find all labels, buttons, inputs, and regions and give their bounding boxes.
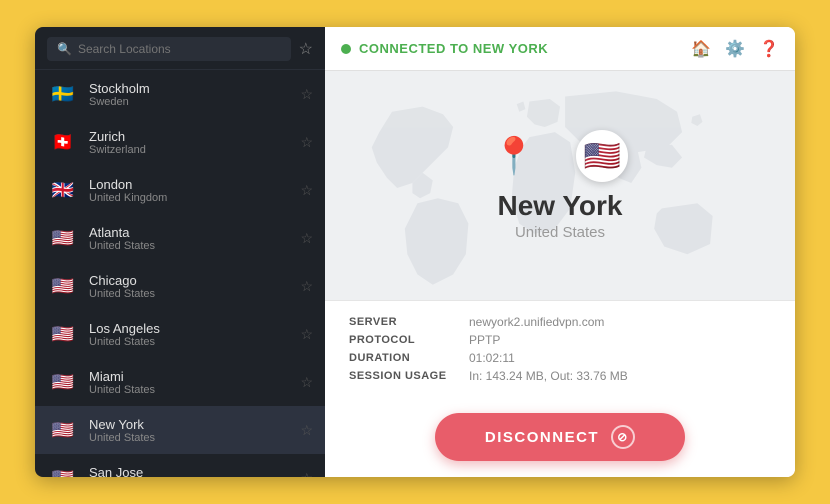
flag-sanjose: 🇺🇸 [47,462,79,477]
flag-emoji: 🇺🇸 [584,139,621,174]
sidebar: 🔍 ☆ 🇸🇪 Stockholm Sweden ☆ 🇨🇭 Zurich Swit… [35,27,325,477]
location-info-london: London United Kingdom [89,177,300,204]
star-stockholm[interactable]: ☆ [300,86,313,103]
star-sanjose[interactable]: ☆ [300,470,313,478]
connection-status-text: CONNECTED TO NEW YORK [359,41,548,56]
flag-newyork: 🇺🇸 [47,414,79,446]
top-icons: 🏠 ⚙️ ❓ [691,39,779,59]
flag-london: 🇬🇧 [47,174,79,206]
location-item-losangeles[interactable]: 🇺🇸 Los Angeles United States ☆ [35,310,325,358]
city-name: New York [492,190,629,222]
location-info-newyork: New York United States [89,417,300,444]
duration-value: 01:02:11 [469,351,515,365]
location-item-atlanta[interactable]: 🇺🇸 Atlanta United States ☆ [35,214,325,262]
connection-status: CONNECTED TO NEW YORK [341,41,548,56]
country-flag-large: 🇺🇸 [576,130,628,182]
location-name-sanjose: San Jose [89,465,300,478]
location-info-miami: Miami United States [89,369,300,396]
location-name-atlanta: Atlanta [89,225,300,240]
location-info-chicago: Chicago United States [89,273,300,300]
sidebar-header: 🔍 ☆ [35,27,325,70]
protocol-value: PPTP [469,333,500,347]
location-list: 🇸🇪 Stockholm Sweden ☆ 🇨🇭 Zurich Switzerl… [35,70,325,477]
location-item-sanjose[interactable]: 🇺🇸 San Jose United States ☆ [35,454,325,477]
protocol-row: PROTOCOL PPTP [349,333,771,347]
settings-icon[interactable]: ⚙️ [725,39,745,59]
location-pin-icon: 📍 [492,135,537,177]
star-atlanta[interactable]: ☆ [300,230,313,247]
map-content: 📍 🇺🇸 New York United States [492,130,629,241]
flag-stockholm: 🇸🇪 [47,78,79,110]
search-icon: 🔍 [57,42,72,56]
disconnect-label: DISCONNECT [485,429,599,446]
location-info-atlanta: Atlanta United States [89,225,300,252]
location-info-zurich: Zurich Switzerland [89,129,300,156]
location-item-chicago[interactable]: 🇺🇸 Chicago United States ☆ [35,262,325,310]
location-country-atlanta: United States [89,240,300,252]
flag-miami: 🇺🇸 [47,366,79,398]
location-country-london: United Kingdom [89,192,300,204]
location-name-zurich: Zurich [89,129,300,144]
location-name-chicago: Chicago [89,273,300,288]
top-bar: CONNECTED TO NEW YORK 🏠 ⚙️ ❓ [325,27,795,71]
session-label: SESSION USAGE [349,370,469,382]
flag-chicago: 🇺🇸 [47,270,79,302]
location-item-stockholm[interactable]: 🇸🇪 Stockholm Sweden ☆ [35,70,325,118]
search-box[interactable]: 🔍 [47,37,291,61]
location-name-losangeles: Los Angeles [89,321,300,336]
duration-row: DURATION 01:02:11 [349,351,771,365]
location-info-sanjose: San Jose United States [89,465,300,478]
app-window: 🔍 ☆ 🇸🇪 Stockholm Sweden ☆ 🇨🇭 Zurich Swit… [35,27,795,477]
server-value: newyork2.unifiedvpn.com [469,315,604,329]
session-value: In: 143.24 MB, Out: 33.76 MB [469,369,628,383]
star-miami[interactable]: ☆ [300,374,313,391]
location-item-zurich[interactable]: 🇨🇭 Zurich Switzerland ☆ [35,118,325,166]
location-info-stockholm: Stockholm Sweden [89,81,300,108]
location-country-zurich: Switzerland [89,144,300,156]
main-panel: CONNECTED TO NEW YORK 🏠 ⚙️ ❓ [325,27,795,477]
location-name-stockholm: Stockholm [89,81,300,96]
flag-atlanta: 🇺🇸 [47,222,79,254]
info-panel: SERVER newyork2.unifiedvpn.com PROTOCOL … [325,300,795,401]
location-item-newyork[interactable]: 🇺🇸 New York United States ☆ [35,406,325,454]
flag-zurich: 🇨🇭 [47,126,79,158]
server-label: SERVER [349,316,469,328]
location-country-newyork: United States [89,432,300,444]
location-country-miami: United States [89,384,300,396]
star-london[interactable]: ☆ [300,182,313,199]
protocol-label: PROTOCOL [349,334,469,346]
location-name-london: London [89,177,300,192]
disconnect-icon: ⊘ [611,425,635,449]
favorites-star-icon[interactable]: ☆ [299,39,313,59]
connected-dot [341,44,351,54]
location-name-newyork: New York [89,417,300,432]
search-input[interactable] [78,42,281,56]
location-country-stockholm: Sweden [89,96,300,108]
location-item-miami[interactable]: 🇺🇸 Miami United States ☆ [35,358,325,406]
server-row: SERVER newyork2.unifiedvpn.com [349,315,771,329]
location-country-losangeles: United States [89,336,300,348]
location-info-losangeles: Los Angeles United States [89,321,300,348]
star-chicago[interactable]: ☆ [300,278,313,295]
home-icon[interactable]: 🏠 [691,39,711,59]
location-item-london[interactable]: 🇬🇧 London United Kingdom ☆ [35,166,325,214]
disconnect-area: DISCONNECT ⊘ [325,401,795,477]
map-area: 📍 🇺🇸 New York United States [325,71,795,300]
location-country-chicago: United States [89,288,300,300]
country-name: United States [492,224,629,241]
session-row: SESSION USAGE In: 143.24 MB, Out: 33.76 … [349,369,771,383]
map-icons-row: 📍 🇺🇸 [492,130,629,182]
star-losangeles[interactable]: ☆ [300,326,313,343]
star-zurich[interactable]: ☆ [300,134,313,151]
flag-losangeles: 🇺🇸 [47,318,79,350]
location-name-miami: Miami [89,369,300,384]
disconnect-button[interactable]: DISCONNECT ⊘ [435,413,685,461]
duration-label: DURATION [349,352,469,364]
star-newyork[interactable]: ☆ [300,422,313,439]
help-icon[interactable]: ❓ [759,39,779,59]
